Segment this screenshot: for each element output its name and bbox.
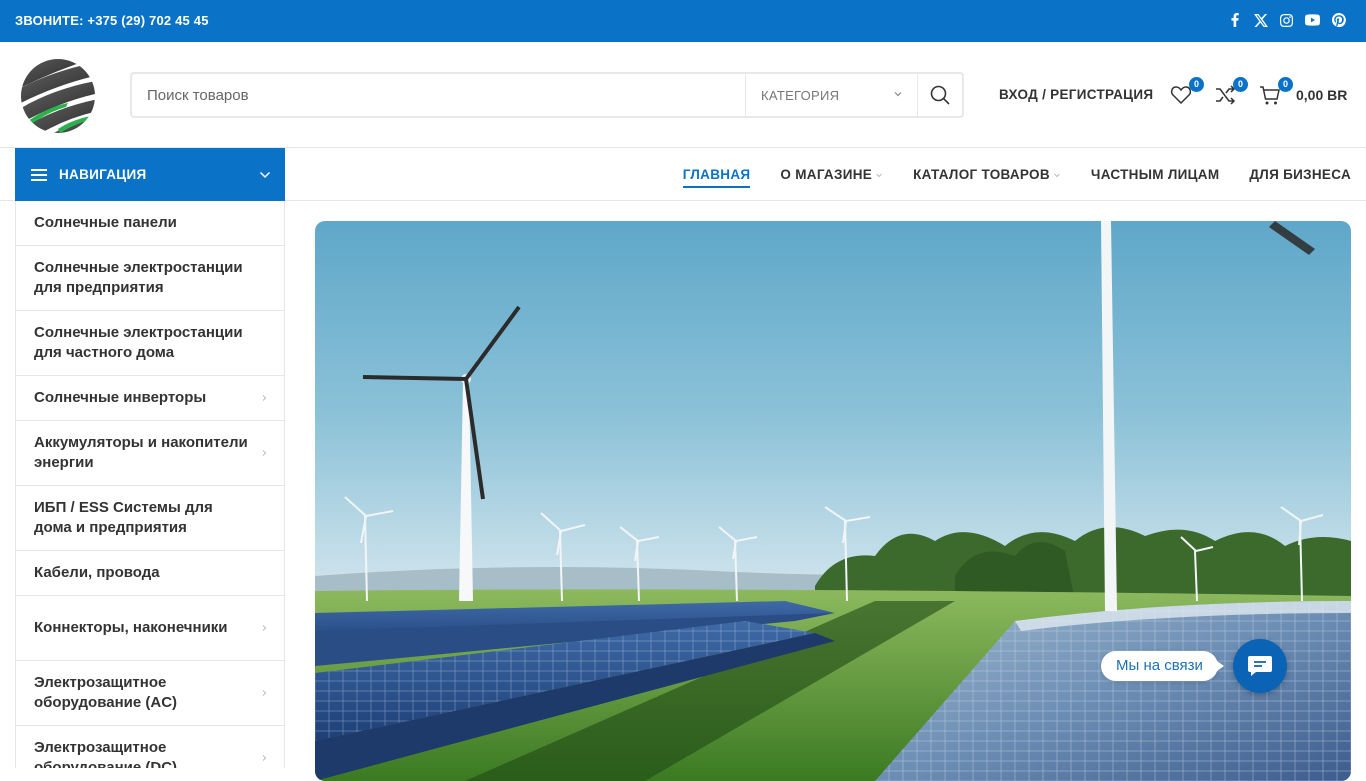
wishlist-count-badge: 0 [1189,77,1204,92]
cart-button[interactable]: 0 [1259,77,1293,108]
sidebar-item-5[interactable]: ИБП / ESS Системы для дома и предприятия [16,486,284,551]
category-nav-toggle[interactable]: НАВИГАЦИЯ [15,148,285,201]
sidebar-item-4[interactable]: Аккумуляторы и накопители энергии [16,421,284,486]
compare-button[interactable]: 0 [1214,77,1248,108]
site-header: КАТЕГОРИЯ ВХОД / РЕГИСТРАЦИЯ 0 0 0 0,00 … [0,42,1366,148]
sidebar-item-label: Солнечные инверторы [34,389,207,406]
search-icon [930,85,950,105]
chevron-right-icon [262,450,267,456]
sidebar-item-label: Электрозащитное оборудование (DC) [34,739,178,768]
chat-icon [1248,656,1272,676]
chevron-down-icon [876,173,882,177]
cart-total[interactable]: 0,00 BR [1296,87,1347,103]
main-menu: ГЛАВНАЯ О МАГАЗИНЕ КАТАЛОГ ТОВАРОВ ЧАСТНЫМ … [682,148,1351,201]
sidebar-item-label: Коннекторы, наконечники [34,619,228,636]
chevron-right-icon [262,395,267,401]
sidebar-item-0[interactable]: Солнечные панели [16,201,284,246]
sidebar-item-8[interactable]: Электрозащитное оборудование (AC) [16,661,284,726]
top-bar: ЗВОНИТЕ: +375 (29) 702 45 45 [0,0,1366,42]
x-icon[interactable] [1253,12,1268,28]
search-button[interactable] [917,74,962,116]
sidebar-item-6[interactable]: Кабели, провода [16,551,284,596]
sidebar-item-label: Кабели, провода [34,564,160,581]
pinterest-icon[interactable] [1331,12,1346,28]
category-nav-title: НАВИГАЦИЯ [59,167,147,182]
hamburger-icon [31,168,47,181]
category-sidebar: Солнечные панели Солнечные электростанции… [15,201,285,768]
menu-item-4[interactable]: ДЛЯ БИЗНЕСА [1249,167,1351,182]
phone-number[interactable]: ЗВОНИТЕ: +375 (29) 702 45 45 [15,13,209,28]
menu-item-label: ГЛАВНАЯ [682,167,751,182]
sidebar-item-2[interactable]: Солнечные электростанции для частного до… [16,311,284,376]
cart-count-badge: 0 [1278,77,1293,92]
chevron-down-icon [259,171,271,179]
search-input[interactable] [132,74,745,116]
sidebar-item-label: Солнечные панели [34,214,177,231]
chat-label[interactable]: Мы на связи [1101,651,1224,681]
sidebar-item-label: Аккумуляторы и накопители энергии [34,434,248,471]
chat-button[interactable] [1233,639,1287,693]
login-register-link[interactable]: ВХОД / РЕГИСТРАЦИЯ [999,87,1153,102]
instagram-icon[interactable] [1279,12,1294,28]
compare-count-badge: 0 [1233,77,1248,92]
hero-banner[interactable] [315,221,1351,781]
menu-item-label: КАТАЛОГ ТОВАРОВ [913,167,1050,182]
chevron-right-icon [262,755,267,761]
menu-item-2[interactable]: КАТАЛОГ ТОВАРОВ [913,167,1061,182]
menu-item-3[interactable]: ЧАСТНЫМ ЛИЦАМ [1091,167,1219,182]
product-search: КАТЕГОРИЯ [130,72,964,118]
hero-image [315,221,1351,781]
menu-item-1[interactable]: О МАГАЗИНЕ [780,167,883,182]
chevron-down-icon [1054,173,1060,177]
chevron-down-icon [894,92,902,97]
facebook-icon[interactable] [1227,12,1242,28]
site-logo[interactable] [18,57,98,135]
category-select-label: КАТЕГОРИЯ [761,87,840,103]
sidebar-item-3[interactable]: Солнечные инверторы [16,376,284,421]
menu-item-0[interactable]: ГЛАВНАЯ [682,167,751,188]
navigation-row: НАВИГАЦИЯ ГЛАВНАЯ О МАГАЗИНЕ КАТАЛОГ ТОВАР… [0,148,1366,201]
social-links [1227,12,1346,28]
category-select[interactable]: КАТЕГОРИЯ [745,74,917,116]
youtube-icon[interactable] [1305,12,1320,28]
sidebar-item-9[interactable]: Электрозащитное оборудование (DC) [16,726,284,768]
wishlist-button[interactable]: 0 [1170,77,1204,108]
menu-item-label: ДЛЯ БИЗНЕСА [1249,167,1351,182]
sidebar-item-1[interactable]: Солнечные электростанции для предприятия [16,246,284,311]
sidebar-item-label: ИБП / ESS Системы для дома и предприятия [34,499,213,536]
chevron-right-icon [262,690,267,696]
menu-item-label: ЧАСТНЫМ ЛИЦАМ [1090,167,1220,182]
chevron-right-icon [262,625,267,631]
sidebar-item-label: Солнечные электростанции для предприятия [34,259,243,296]
sidebar-item-label: Солнечные электростанции для частного до… [34,324,243,361]
sidebar-item-label: Электрозащитное оборудование (AC) [34,674,178,711]
sidebar-item-7[interactable]: Коннекторы, наконечники [16,596,284,661]
menu-item-label: О МАГАЗИНЕ [780,167,873,182]
